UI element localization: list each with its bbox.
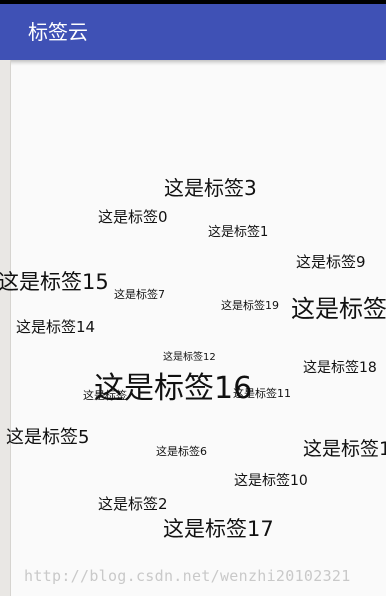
tag-9[interactable]: 这是标签9: [296, 255, 366, 270]
app-bar: 标签云: [0, 4, 386, 60]
tag-19[interactable]: 这是标签19: [221, 300, 279, 311]
watermark-url: http://blog.csdn.net/wenzhi20102321: [24, 567, 351, 585]
tag-hidden-small[interactable]: 这是标签: [83, 390, 127, 401]
tag-11[interactable]: 这是标签11: [233, 388, 291, 399]
tag-7[interactable]: 这是标签7: [114, 289, 165, 300]
app-title: 标签云: [28, 20, 88, 44]
navigation-drawer-edge[interactable]: [0, 60, 11, 596]
tag-5[interactable]: 这是标签5: [6, 429, 89, 447]
tag-1-cut-right[interactable]: 这是标签1: [303, 440, 386, 459]
tag-15[interactable]: 这是标签15: [0, 272, 109, 293]
tag-2[interactable]: 这是标签2: [98, 497, 168, 512]
tag-12[interactable]: 这是标签12: [163, 353, 216, 363]
tag-18[interactable]: 这是标签18: [303, 361, 377, 375]
tag-10[interactable]: 这是标签10: [234, 474, 308, 488]
drawer-item-fragment[interactable]: [0, 388, 6, 396]
drawer-item-fragment[interactable]: [0, 206, 6, 214]
tag-1[interactable]: 这是标签1: [208, 226, 268, 239]
tag-6[interactable]: 这是标签6: [156, 446, 207, 457]
tag-cut-right[interactable]: 这是标签: [291, 297, 386, 321]
tag-3[interactable]: 这是标签3: [164, 178, 257, 198]
tag-14[interactable]: 这是标签14: [16, 320, 95, 335]
tag-0[interactable]: 这是标签0: [98, 210, 168, 225]
tag-17[interactable]: 这是标签17: [163, 519, 274, 540]
